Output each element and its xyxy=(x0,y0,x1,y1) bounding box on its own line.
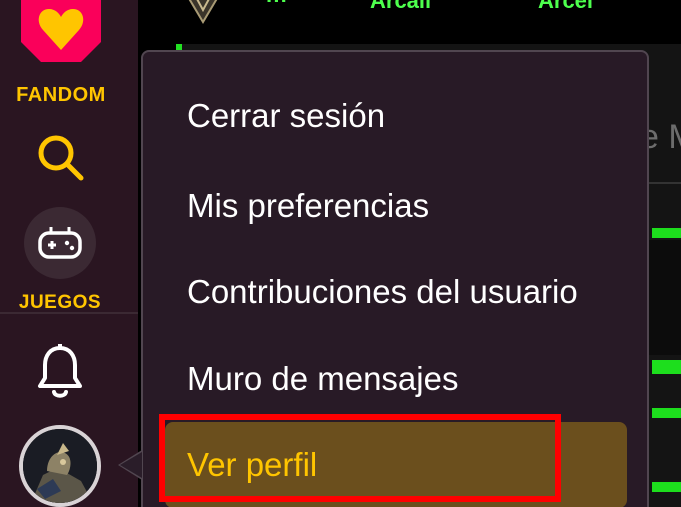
gamepad-icon xyxy=(38,227,82,259)
games-button[interactable] xyxy=(24,207,96,279)
divider xyxy=(646,182,681,184)
menu-item-label: Ver perfil xyxy=(187,446,318,483)
menu-item-muro-de-mensajes[interactable]: Muro de mensajes xyxy=(187,349,458,409)
fandom-wordmark[interactable]: FANDOM xyxy=(9,84,113,107)
menu-item-cerrar-sesion[interactable]: Cerrar sesión xyxy=(187,86,385,146)
menu-item-label: Contribuciones del usuario xyxy=(187,273,578,310)
menu-item-label: Cerrar sesión xyxy=(187,97,386,134)
menu-item-contribuciones[interactable]: Contribuciones del usuario xyxy=(187,262,578,322)
menu-item-mis-preferencias[interactable]: Mis preferencias xyxy=(187,176,429,236)
fandom-heart-icon xyxy=(21,0,101,62)
side-panel xyxy=(646,240,681,355)
menu-item-label: Muro de mensajes xyxy=(187,360,459,397)
top-tab-3[interactable]: Arcel xyxy=(538,0,593,14)
avatar-image xyxy=(23,429,97,503)
top-tab-2[interactable]: Arcail xyxy=(370,0,431,14)
menu-item-ver-perfil[interactable]: Ver perfil xyxy=(165,422,627,507)
top-navigation-strip: ··· Arcail Arcel xyxy=(138,0,681,48)
progress-bar xyxy=(652,482,681,492)
global-navigation: FANDOM JUEGOS xyxy=(0,0,138,507)
user-dropdown-menu: Cerrar sesión Mis preferencias Contribuc… xyxy=(141,50,649,507)
search-icon xyxy=(38,135,84,181)
progress-bar xyxy=(652,228,681,238)
wiki-emblem-icon[interactable] xyxy=(174,0,232,26)
bell-icon xyxy=(38,344,82,398)
search-button[interactable] xyxy=(32,130,88,186)
notifications-button[interactable] xyxy=(34,342,86,402)
top-tab-1[interactable]: ··· xyxy=(266,0,288,14)
nav-divider xyxy=(0,312,138,314)
menu-item-label: Mis preferencias xyxy=(187,187,430,224)
user-avatar[interactable] xyxy=(19,425,101,507)
menu-pointer xyxy=(120,452,142,478)
games-label[interactable]: JUEGOS xyxy=(8,292,112,314)
progress-bar xyxy=(652,360,681,374)
app-root: ··· Arcail Arcel e M FANDOM xyxy=(0,0,681,507)
progress-bar xyxy=(652,408,681,418)
